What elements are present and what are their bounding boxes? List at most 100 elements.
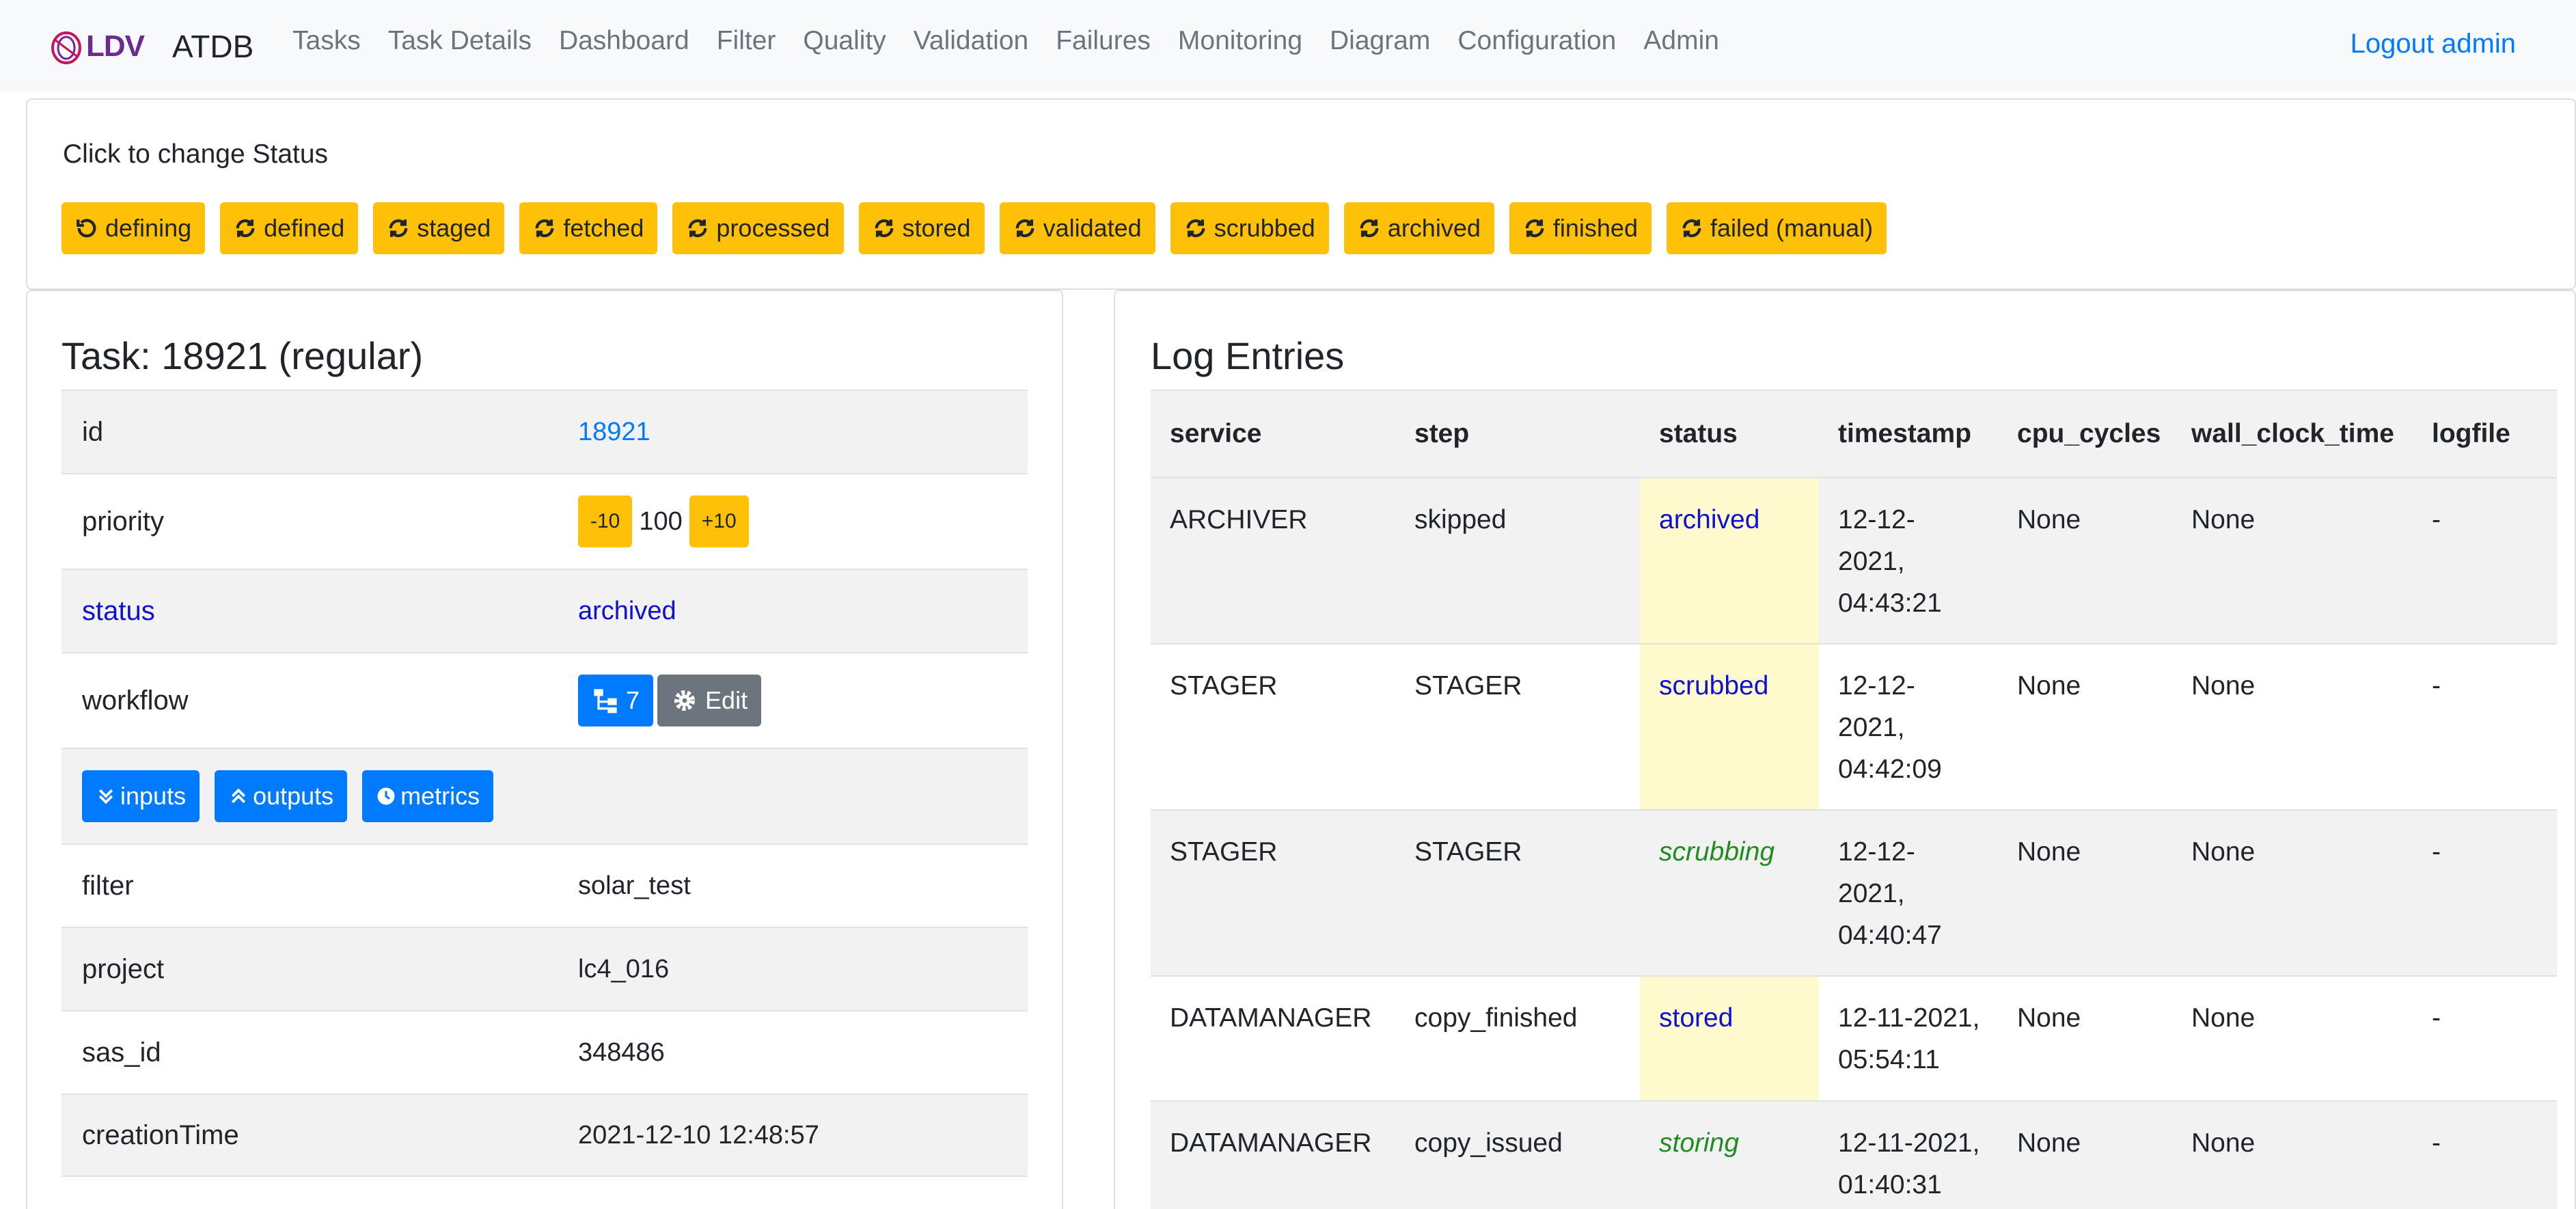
timestamp-time: 05:54:11 [1838, 1045, 1940, 1074]
service-cell: ARCHIVER [1151, 477, 1395, 644]
status-text: storing [1659, 1128, 1740, 1158]
logfile-cell: - [2413, 477, 2557, 644]
nav-diagram[interactable]: Diagram [1330, 26, 1430, 56]
status-button-validated[interactable]: validated [999, 202, 1155, 254]
inputs-button[interactable]: inputs [82, 770, 200, 822]
column-header-logfile[interactable]: logfile [2413, 390, 2557, 478]
cpu-cycles-cell: None [1998, 1100, 2172, 1209]
log-entries-table: service step status timestamp cpu_cycles… [1151, 390, 2557, 1209]
task-row-status: status archived [61, 569, 1028, 652]
status-button-fetched[interactable]: fetched [519, 202, 658, 254]
id-link[interactable]: 18921 [578, 418, 650, 447]
log-header-row: service step status timestamp cpu_cycles… [1151, 390, 2557, 478]
task-row-workflow: workflow 7 Edit [61, 652, 1028, 748]
status-button-defined[interactable]: defined [220, 202, 359, 254]
wall-clock-cell: None [2172, 1100, 2413, 1209]
table-row: STAGER STAGER scrubbing 12-12- 2021, 04:40… [1151, 809, 2557, 976]
timestamp-cell: 12-11-2021, 05:54:11 [1819, 975, 1998, 1101]
nav-filter[interactable]: Filter [717, 26, 776, 56]
nav-validation[interactable]: Validation [914, 26, 1028, 56]
cpu-cycles-cell: None [1998, 975, 2172, 1101]
nav-configuration[interactable]: Configuration [1457, 26, 1616, 56]
logout-link[interactable]: Logout admin [2351, 29, 2516, 59]
wall-clock-cell: None [2172, 643, 2413, 810]
metrics-button[interactable]: metrics [362, 770, 494, 822]
status-change-title: Click to change Status [63, 139, 329, 169]
nav-failures[interactable]: Failures [1056, 26, 1151, 56]
status-text: scrubbing [1659, 837, 1775, 867]
status-button-failed-manual[interactable]: failed (manual) [1666, 202, 1887, 254]
sas-id-label: sas_id [82, 1037, 161, 1068]
column-header-service[interactable]: service [1151, 390, 1395, 478]
refresh-icon [1682, 219, 1701, 237]
logfile-cell: - [2413, 1100, 2557, 1209]
project-label: project [82, 953, 165, 984]
refresh-icon [236, 219, 255, 237]
timestamp-date: 12-12- [1838, 505, 1915, 534]
status-button-processed[interactable]: processed [672, 202, 844, 254]
priority-label: priority [82, 506, 165, 536]
edit-workflow-button[interactable]: Edit [657, 675, 762, 726]
status-button-scrubbed[interactable]: scrubbed [1170, 202, 1329, 254]
sas-id-value: 348486 [578, 1037, 665, 1067]
status-button-finished[interactable]: finished [1509, 202, 1652, 254]
status-cell: storing [1640, 1100, 1819, 1209]
cpu-cycles-cell: None [1998, 477, 2172, 644]
status-button-label: staged [417, 214, 491, 242]
task-row-priority: priority -10 100 +10 [61, 473, 1028, 569]
nav-quality[interactable]: Quality [803, 26, 886, 56]
double-chevron-down-icon [98, 789, 113, 804]
outputs-button[interactable]: outputs [215, 770, 348, 822]
logo-text: LDV [86, 29, 145, 63]
status-button-label: failed (manual) [1710, 214, 1874, 242]
table-row: STAGER STAGER scrubbed 12-12- 2021, 04:42:… [1151, 643, 2557, 810]
status-change-card: Click to change Status defining defined … [26, 98, 2576, 290]
status-button-staged[interactable]: staged [373, 202, 505, 254]
column-header-cpu-cycles[interactable]: cpu_cycles [1998, 390, 2172, 478]
inputs-button-label: inputs [120, 782, 187, 810]
column-header-status[interactable]: status [1640, 390, 1819, 478]
status-button-label: stored [902, 214, 971, 242]
step-cell: copy_finished [1395, 975, 1640, 1101]
nav-tasks[interactable]: Tasks [292, 26, 361, 56]
status-cell: archived [1640, 477, 1819, 644]
top-navbar: LDV ATDB Tasks Task Details Dashboard Fi… [0, 0, 2576, 92]
logfile-cell: - [2413, 809, 2557, 976]
timestamp-date: 12-12- [1838, 837, 1915, 867]
column-header-timestamp[interactable]: timestamp [1819, 390, 1998, 478]
brand-name[interactable]: ATDB [172, 28, 254, 65]
wall-clock-cell: None [2172, 975, 2413, 1101]
logfile-cell: - [2413, 643, 2557, 810]
nav-monitoring[interactable]: Monitoring [1178, 26, 1302, 56]
column-header-wall-clock-time[interactable]: wall_clock_time [2172, 390, 2413, 478]
timestamp-year: 2021, [1838, 879, 1905, 908]
refresh-icon [389, 219, 408, 237]
status-button-label: processed [716, 214, 830, 242]
id-label: id [82, 416, 104, 447]
refresh-icon [875, 219, 893, 237]
gear-icon [674, 690, 696, 711]
timestamp-date: 12-12- [1838, 671, 1915, 701]
service-cell: DATAMANAGER [1151, 1100, 1395, 1209]
nav-admin[interactable]: Admin [1643, 26, 1719, 56]
task-row-project: project lc4_016 [61, 927, 1028, 1010]
status-cell: scrubbing [1640, 809, 1819, 976]
nav-dashboard[interactable]: Dashboard [559, 26, 689, 56]
nav-task-details[interactable]: Task Details [388, 26, 532, 56]
priority-decrease-button[interactable]: -10 [578, 495, 633, 547]
status-button-archived[interactable]: archived [1343, 202, 1494, 254]
status-button-stored[interactable]: stored [858, 202, 985, 254]
status-button-label: defining [105, 214, 192, 242]
refresh-icon [535, 219, 554, 237]
workflow-button[interactable]: 7 [578, 675, 654, 726]
table-row: DATAMANAGER copy_finished stored 12-11-2… [1151, 975, 2557, 1101]
status-button-defining[interactable]: defining [61, 202, 206, 254]
priority-value: 100 [639, 506, 683, 536]
nav-links: Tasks Task Details Dashboard Filter Qual… [292, 26, 1746, 56]
refresh-icon [1525, 219, 1544, 237]
priority-increase-button[interactable]: +10 [689, 495, 749, 547]
timestamp-time: 04:43:21 [1838, 588, 1942, 618]
column-header-step[interactable]: step [1395, 390, 1640, 478]
brand[interactable]: LDV ATDB [49, 19, 254, 74]
ldv-logo: LDV [49, 21, 152, 72]
